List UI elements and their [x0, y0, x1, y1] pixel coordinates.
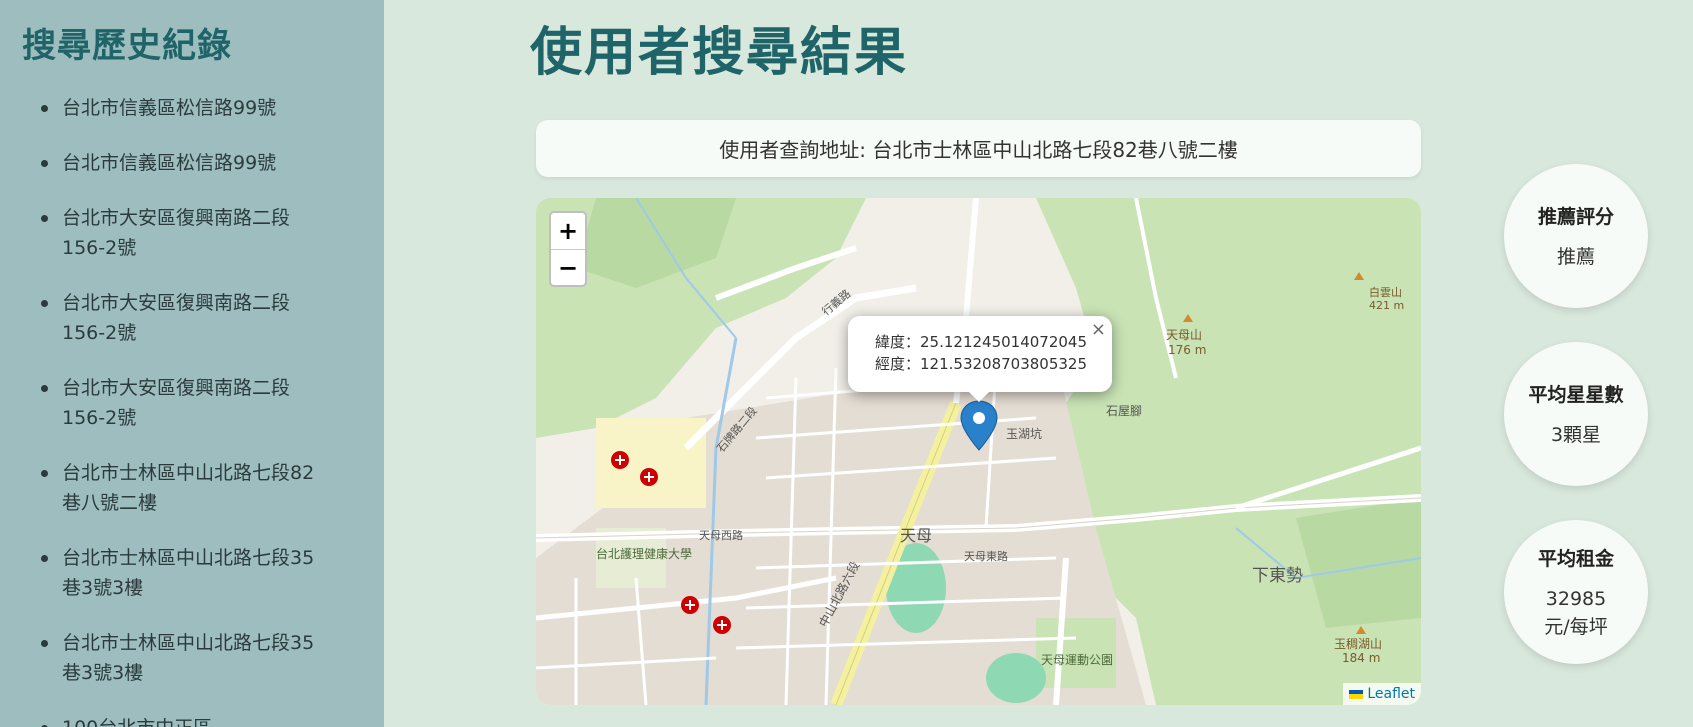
query-address: 使用者查詢地址: 台北市士林區中山北路七段82巷八號二樓 [719, 138, 1238, 162]
history-item[interactable]: 台北市士林區中山北路七段82巷八號二樓 [41, 458, 332, 518]
sidebar-title: 搜尋歷史紀錄 [22, 26, 232, 66]
zoom-out-button[interactable]: − [551, 249, 585, 285]
stat-value: 32985 元/每坪 [1544, 587, 1608, 638]
map-label-baiyun-height: 421 m [1369, 299, 1404, 312]
map-label-tianmu-w-rd: 天母西路 [699, 529, 743, 542]
popup-close-button[interactable]: × [1091, 319, 1106, 341]
search-history-sidebar: 搜尋歷史紀錄 台北市信義區松信路99號 台北市信義區松信路99號 台北市大安區復… [0, 0, 384, 727]
popup-latitude: 緯度：25.121245014072045 [875, 333, 1088, 351]
map-label-tianmu-e-rd: 天母東路 [964, 550, 1008, 563]
map-attribution: Leaflet [1343, 683, 1421, 705]
stat-label: 平均星星數 [1528, 383, 1624, 406]
history-item[interactable]: 台北市大安區復興南路二段156-2號 [41, 288, 332, 348]
stat-label: 推薦評分 [1537, 205, 1614, 228]
history-item[interactable]: 台北市士林區中山北路七段35巷3號3樓 [41, 628, 332, 688]
map-label-xiadongshi: 下東勢 [1252, 566, 1303, 586]
zoom-in-button[interactable]: + [551, 213, 585, 249]
stat-recommendation: 推薦評分 推薦 [1504, 164, 1648, 308]
map-label-yuchuan: 玉稠湖山 [1334, 636, 1382, 651]
map-label-tianmushan: 天母山 [1166, 328, 1202, 342]
history-item[interactable]: 台北市大安區復興南路二段156-2號 [41, 203, 332, 263]
history-item[interactable]: 100台北市中正區... [41, 713, 332, 727]
page-title: 使用者搜尋結果 [530, 23, 909, 83]
map-tiles: 天母 下東勢 天母山 176 m 白雲山 421 m 玉稠湖山 184 m 玉湖… [536, 198, 1421, 705]
stat-average-rent: 平均租金 32985 元/每坪 [1504, 520, 1648, 664]
leaflet-link[interactable]: Leaflet [1367, 684, 1415, 704]
map-label-nursing-univ: 台北護理健康大學 [596, 546, 692, 561]
stat-value: 3顆星 [1550, 423, 1602, 446]
ukraine-flag-icon [1349, 689, 1364, 699]
map-label-yuchuan-height: 184 m [1342, 651, 1380, 665]
history-item[interactable]: 台北市信義區松信路99號 [41, 93, 332, 123]
stat-average-stars: 平均星星數 3顆星 [1504, 342, 1648, 486]
history-item[interactable]: 台北市信義區松信路99號 [41, 148, 332, 178]
map-label-shiwu: 石屋腳 [1106, 404, 1142, 418]
search-history-list: 台北市信義區松信路99號 台北市信義區松信路99號 台北市大安區復興南路二段15… [22, 93, 384, 727]
history-item[interactable]: 台北市大安區復興南路二段156-2號 [41, 373, 332, 433]
stat-label: 平均租金 [1537, 547, 1614, 570]
history-item[interactable]: 台北市士林區中山北路七段35巷3號3樓 [41, 543, 332, 603]
map-view[interactable]: 天母 下東勢 天母山 176 m 白雲山 421 m 玉稠湖山 184 m 玉湖… [536, 198, 1421, 705]
map-label-tianmu: 天母 [900, 526, 932, 545]
map-label-tianmushan-height: 176 m [1168, 343, 1206, 357]
map-label-sports-park: 天母運動公園 [1041, 653, 1113, 667]
zoom-controls: + − [549, 211, 587, 287]
stat-value: 推薦 [1556, 245, 1595, 268]
map-label-baiyun: 白雲山 [1369, 285, 1402, 299]
coordinate-popup: × 緯度：25.121245014072045 經度：121.532087038… [848, 316, 1112, 402]
popup-longitude: 經度：121.53208703805325 [875, 355, 1088, 373]
address-card: 使用者查詢地址: 台北市士林區中山北路七段82巷八號二樓 [536, 120, 1421, 177]
map-label-yuhu: 玉湖坑 [1006, 426, 1042, 441]
